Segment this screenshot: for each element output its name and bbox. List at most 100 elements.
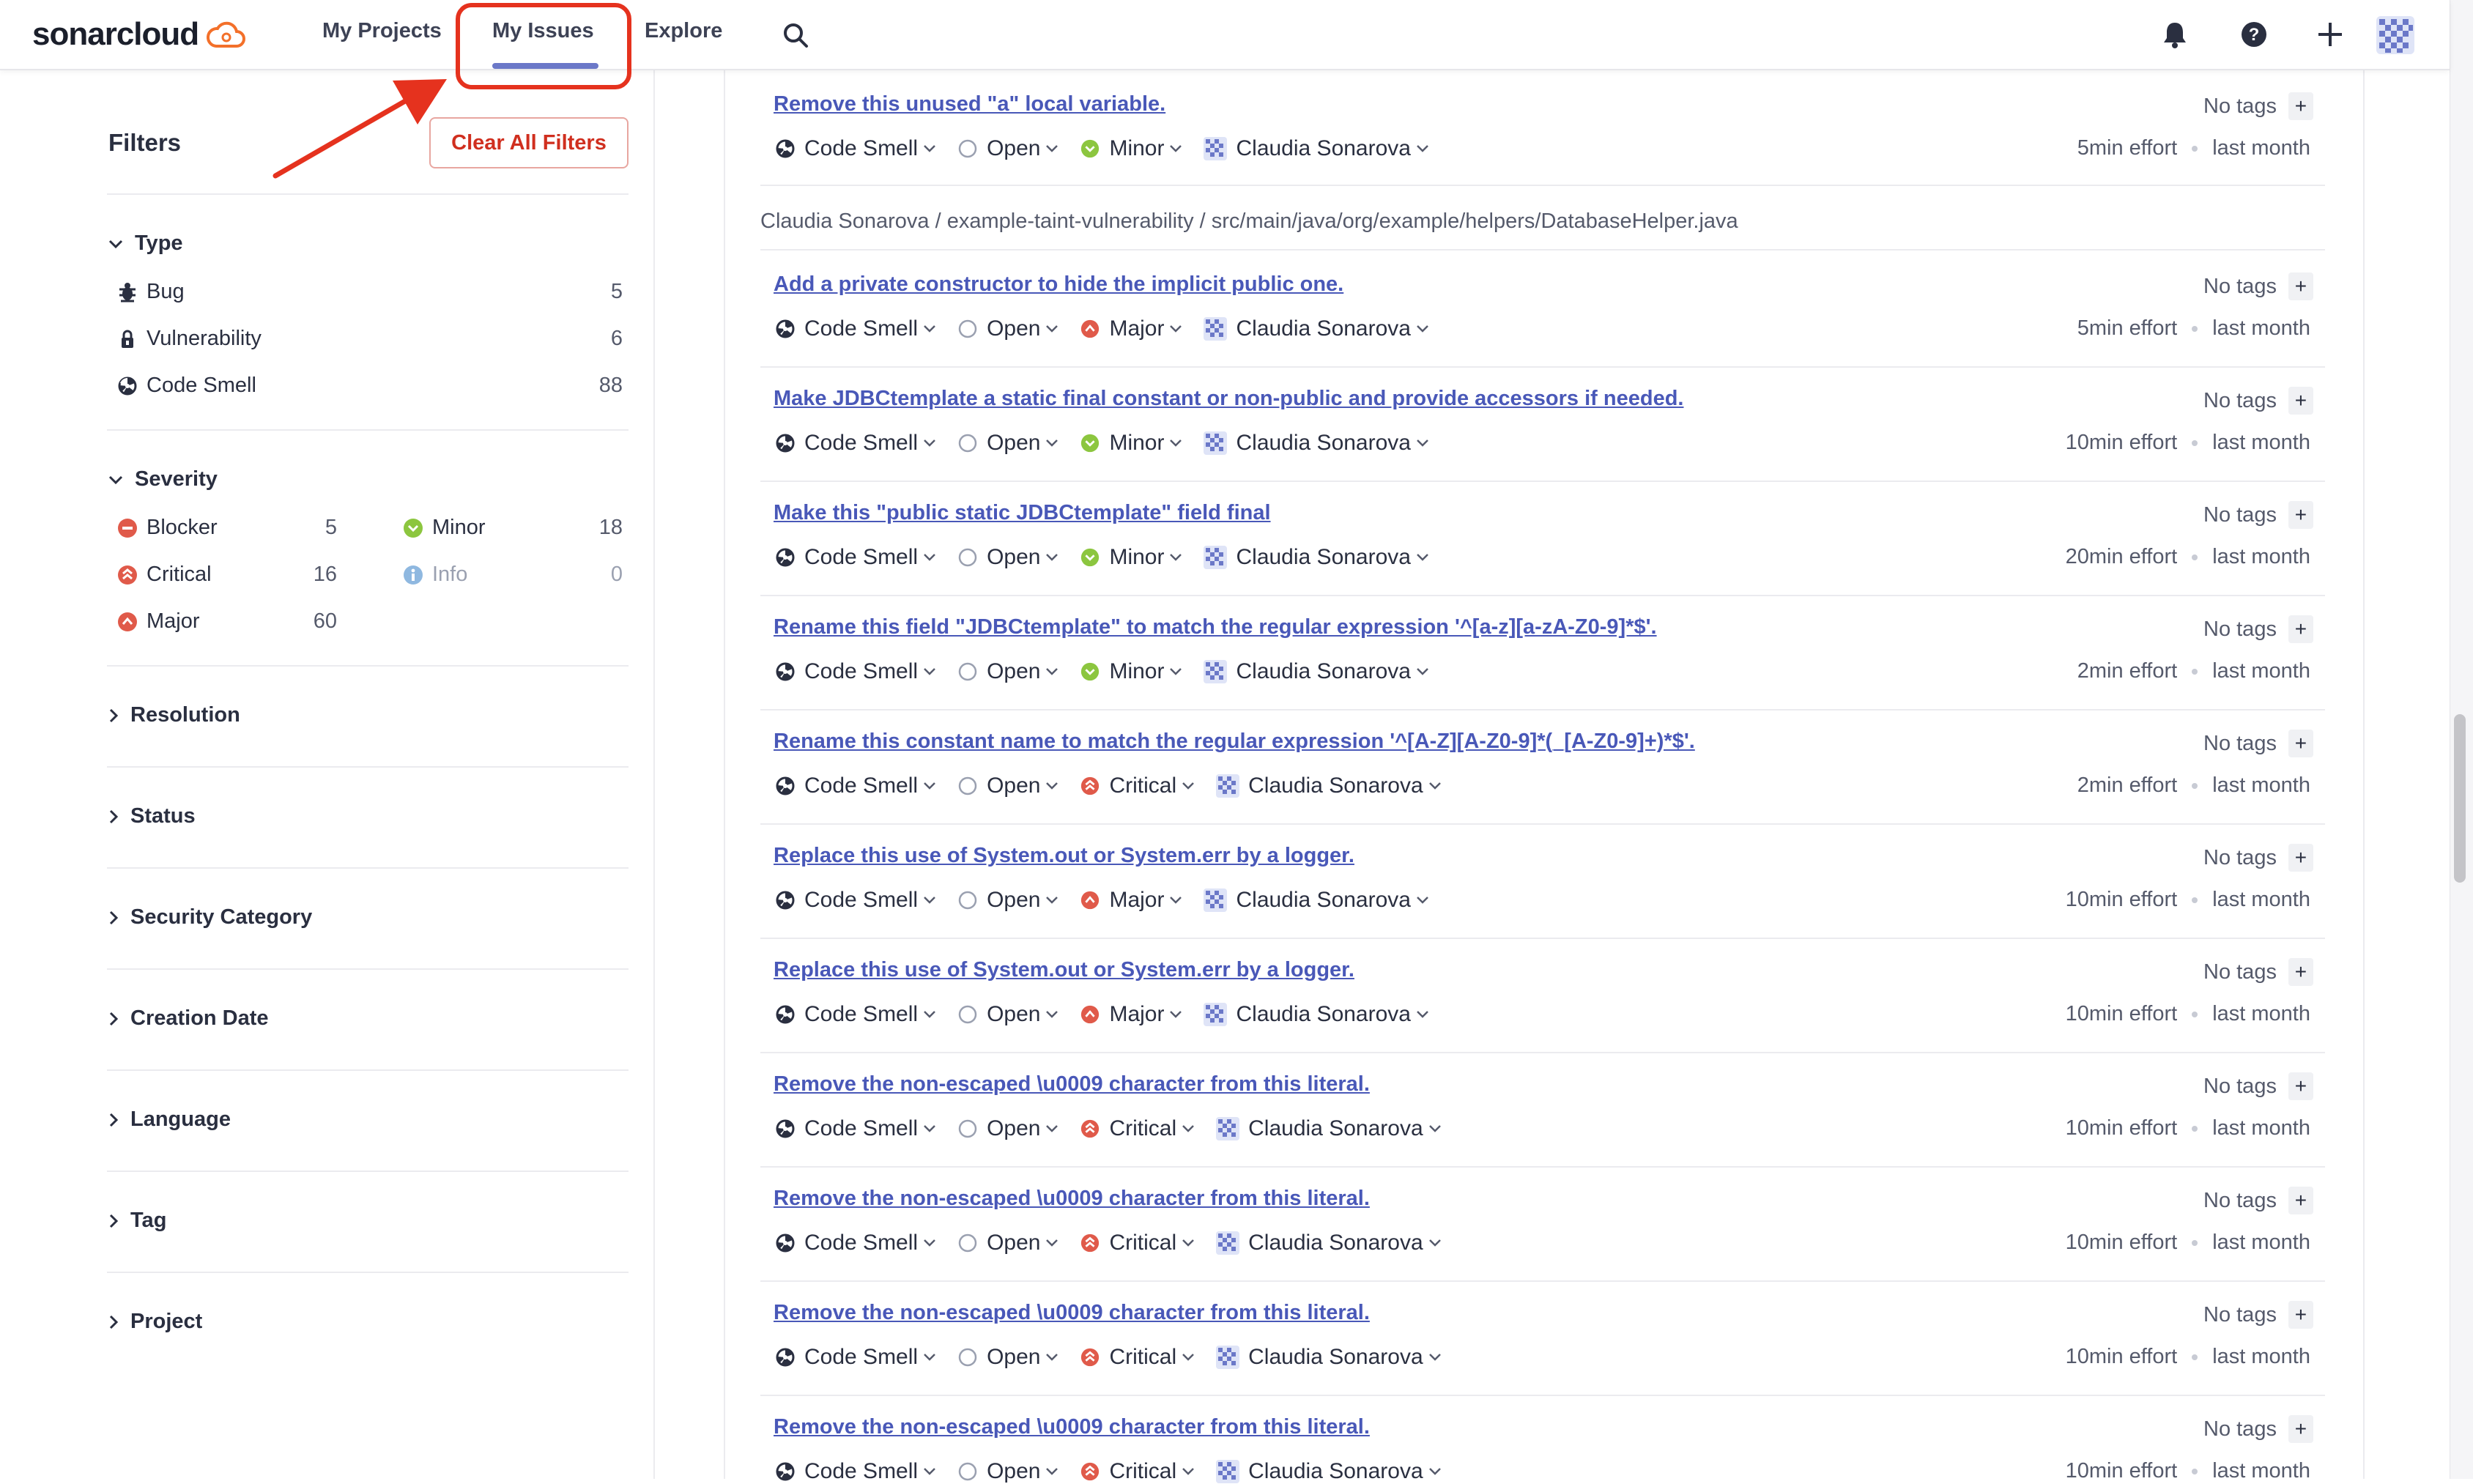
issue-severity-dropdown[interactable]: Minor <box>1080 545 1183 570</box>
issue-status-dropdown[interactable]: Open <box>957 773 1059 798</box>
issue-title-link[interactable]: Add a private constructor to hide the im… <box>774 272 1343 297</box>
issue-type-dropdown[interactable]: Code Smell <box>775 1002 937 1027</box>
add-tag-button[interactable]: + <box>2288 1072 2313 1100</box>
filter-severity-minor[interactable]: Minor <box>401 516 486 540</box>
issue-type-dropdown[interactable]: Code Smell <box>775 136 937 161</box>
issue-title-link[interactable]: Remove this unused "a" local variable. <box>774 92 1165 116</box>
issue-tags[interactable]: No tags + <box>2203 387 2313 415</box>
issue-title-link[interactable]: Remove the non-escaped \u0009 character … <box>774 1072 1370 1097</box>
issue-type-dropdown[interactable]: Code Smell <box>775 1345 937 1370</box>
issue-assignee-dropdown[interactable]: Claudia Sonarova <box>1216 1231 1442 1255</box>
issue-assignee-dropdown[interactable]: Claudia Sonarova <box>1216 1459 1442 1484</box>
issue-title-link[interactable]: Replace this use of System.out or System… <box>774 844 1354 868</box>
issue-tags[interactable]: No tags + <box>2203 272 2313 300</box>
issue-assignee-dropdown[interactable]: Claudia Sonarova <box>1204 1002 1430 1027</box>
add-tag-button[interactable]: + <box>2288 92 2313 120</box>
help-icon[interactable]: ? <box>2239 19 2269 50</box>
severity-section-toggle[interactable]: Severity <box>108 467 218 491</box>
filter-severity-critical[interactable]: Critical <box>116 563 212 587</box>
filter-severity-info[interactable]: Info <box>401 563 467 587</box>
issue-tags[interactable]: No tags + <box>2203 958 2313 986</box>
issue-status-dropdown[interactable]: Open <box>957 659 1059 684</box>
add-tag-button[interactable]: + <box>2288 958 2313 986</box>
issue-severity-dropdown[interactable]: Critical <box>1080 1345 1195 1370</box>
issue-title-link[interactable]: Remove the non-escaped \u0009 character … <box>774 1301 1370 1325</box>
filter-type-vulnerability[interactable]: Vulnerability <box>116 327 262 351</box>
add-tag-button[interactable]: + <box>2288 1301 2313 1329</box>
issue-type-dropdown[interactable]: Code Smell <box>775 431 937 456</box>
issue-assignee-dropdown[interactable]: Claudia Sonarova <box>1204 888 1430 913</box>
file-path-breadcrumb[interactable]: Claudia Sonarova / example-taint-vulnera… <box>760 209 1738 234</box>
issue-type-dropdown[interactable]: Code Smell <box>775 773 937 798</box>
issue-status-dropdown[interactable]: Open <box>957 1231 1059 1255</box>
add-tag-button[interactable]: + <box>2288 387 2313 415</box>
clear-all-filters-button[interactable]: Clear All Filters <box>429 117 629 168</box>
issue-assignee-dropdown[interactable]: Claudia Sonarova <box>1204 136 1430 161</box>
language-section-toggle[interactable]: Language <box>108 1108 231 1132</box>
add-tag-button[interactable]: + <box>2288 730 2313 757</box>
issue-severity-dropdown[interactable]: Minor <box>1080 136 1183 161</box>
issue-severity-dropdown[interactable]: Critical <box>1080 1116 1195 1141</box>
issue-severity-dropdown[interactable]: Critical <box>1080 1231 1195 1255</box>
project-section-toggle[interactable]: Project <box>108 1310 202 1334</box>
issue-assignee-dropdown[interactable]: Claudia Sonarova <box>1204 316 1430 341</box>
issue-title-link[interactable]: Rename this field "JDBCtemplate" to matc… <box>774 615 1657 639</box>
issue-tags[interactable]: No tags + <box>2203 844 2313 872</box>
add-tag-button[interactable]: + <box>2288 615 2313 643</box>
issue-tags[interactable]: No tags + <box>2203 730 2313 757</box>
nav-explore[interactable]: Explore <box>645 19 722 43</box>
user-avatar[interactable] <box>2376 16 2414 54</box>
issue-tags[interactable]: No tags + <box>2203 1415 2313 1443</box>
issue-type-dropdown[interactable]: Code Smell <box>775 1459 937 1484</box>
issue-status-dropdown[interactable]: Open <box>957 1116 1059 1141</box>
issue-tags[interactable]: No tags + <box>2203 92 2313 120</box>
issue-type-dropdown[interactable]: Code Smell <box>775 1116 937 1141</box>
issue-status-dropdown[interactable]: Open <box>957 1345 1059 1370</box>
security-category-section-toggle[interactable]: Security Category <box>108 905 312 930</box>
add-tag-button[interactable]: + <box>2288 1187 2313 1214</box>
issue-type-dropdown[interactable]: Code Smell <box>775 316 937 341</box>
issue-title-link[interactable]: Replace this use of System.out or System… <box>774 958 1354 982</box>
issue-assignee-dropdown[interactable]: Claudia Sonarova <box>1204 659 1430 684</box>
issue-type-dropdown[interactable]: Code Smell <box>775 888 937 913</box>
filter-severity-blocker[interactable]: Blocker <box>116 516 218 540</box>
filter-type-code-smell[interactable]: Code Smell <box>116 374 256 398</box>
issue-severity-dropdown[interactable]: Critical <box>1080 1459 1195 1484</box>
issue-type-dropdown[interactable]: Code Smell <box>775 545 937 570</box>
add-tag-button[interactable]: + <box>2288 501 2313 529</box>
add-tag-button[interactable]: + <box>2288 272 2313 300</box>
issue-tags[interactable]: No tags + <box>2203 1187 2313 1214</box>
issue-tags[interactable]: No tags + <box>2203 615 2313 643</box>
resolution-section-toggle[interactable]: Resolution <box>108 703 240 727</box>
sonarcloud-logo[interactable]: sonarcloud <box>32 16 246 53</box>
issue-type-dropdown[interactable]: Code Smell <box>775 659 937 684</box>
issue-severity-dropdown[interactable]: Minor <box>1080 659 1183 684</box>
issue-tags[interactable]: No tags + <box>2203 1072 2313 1100</box>
issue-status-dropdown[interactable]: Open <box>957 136 1059 161</box>
issue-title-link[interactable]: Make this "public static JDBCtemplate" f… <box>774 501 1271 525</box>
issue-type-dropdown[interactable]: Code Smell <box>775 1231 937 1255</box>
issue-status-dropdown[interactable]: Open <box>957 1002 1059 1027</box>
scrollbar-thumb[interactable] <box>2454 714 2466 883</box>
plus-icon[interactable] <box>2315 19 2346 50</box>
type-section-toggle[interactable]: Type <box>108 231 183 256</box>
issue-severity-dropdown[interactable]: Major <box>1080 888 1183 913</box>
issue-tags[interactable]: No tags + <box>2203 1301 2313 1329</box>
issue-severity-dropdown[interactable]: Major <box>1080 1002 1183 1027</box>
issue-status-dropdown[interactable]: Open <box>957 431 1059 456</box>
issue-status-dropdown[interactable]: Open <box>957 316 1059 341</box>
nav-my-projects[interactable]: My Projects <box>322 19 442 43</box>
add-tag-button[interactable]: + <box>2288 844 2313 872</box>
issue-title-link[interactable]: Rename this constant name to match the r… <box>774 730 1695 754</box>
tag-section-toggle[interactable]: Tag <box>108 1209 166 1233</box>
issue-status-dropdown[interactable]: Open <box>957 545 1059 570</box>
issue-title-link[interactable]: Remove the non-escaped \u0009 character … <box>774 1187 1370 1211</box>
issue-severity-dropdown[interactable]: Major <box>1080 316 1183 341</box>
issue-status-dropdown[interactable]: Open <box>957 1459 1059 1484</box>
issue-assignee-dropdown[interactable]: Claudia Sonarova <box>1216 1345 1442 1370</box>
issue-assignee-dropdown[interactable]: Claudia Sonarova <box>1216 773 1442 798</box>
search-icon[interactable] <box>781 21 810 50</box>
issue-severity-dropdown[interactable]: Critical <box>1080 773 1195 798</box>
issue-title-link[interactable]: Make JDBCtemplate a static final constan… <box>774 387 1683 411</box>
creation-date-section-toggle[interactable]: Creation Date <box>108 1006 269 1031</box>
